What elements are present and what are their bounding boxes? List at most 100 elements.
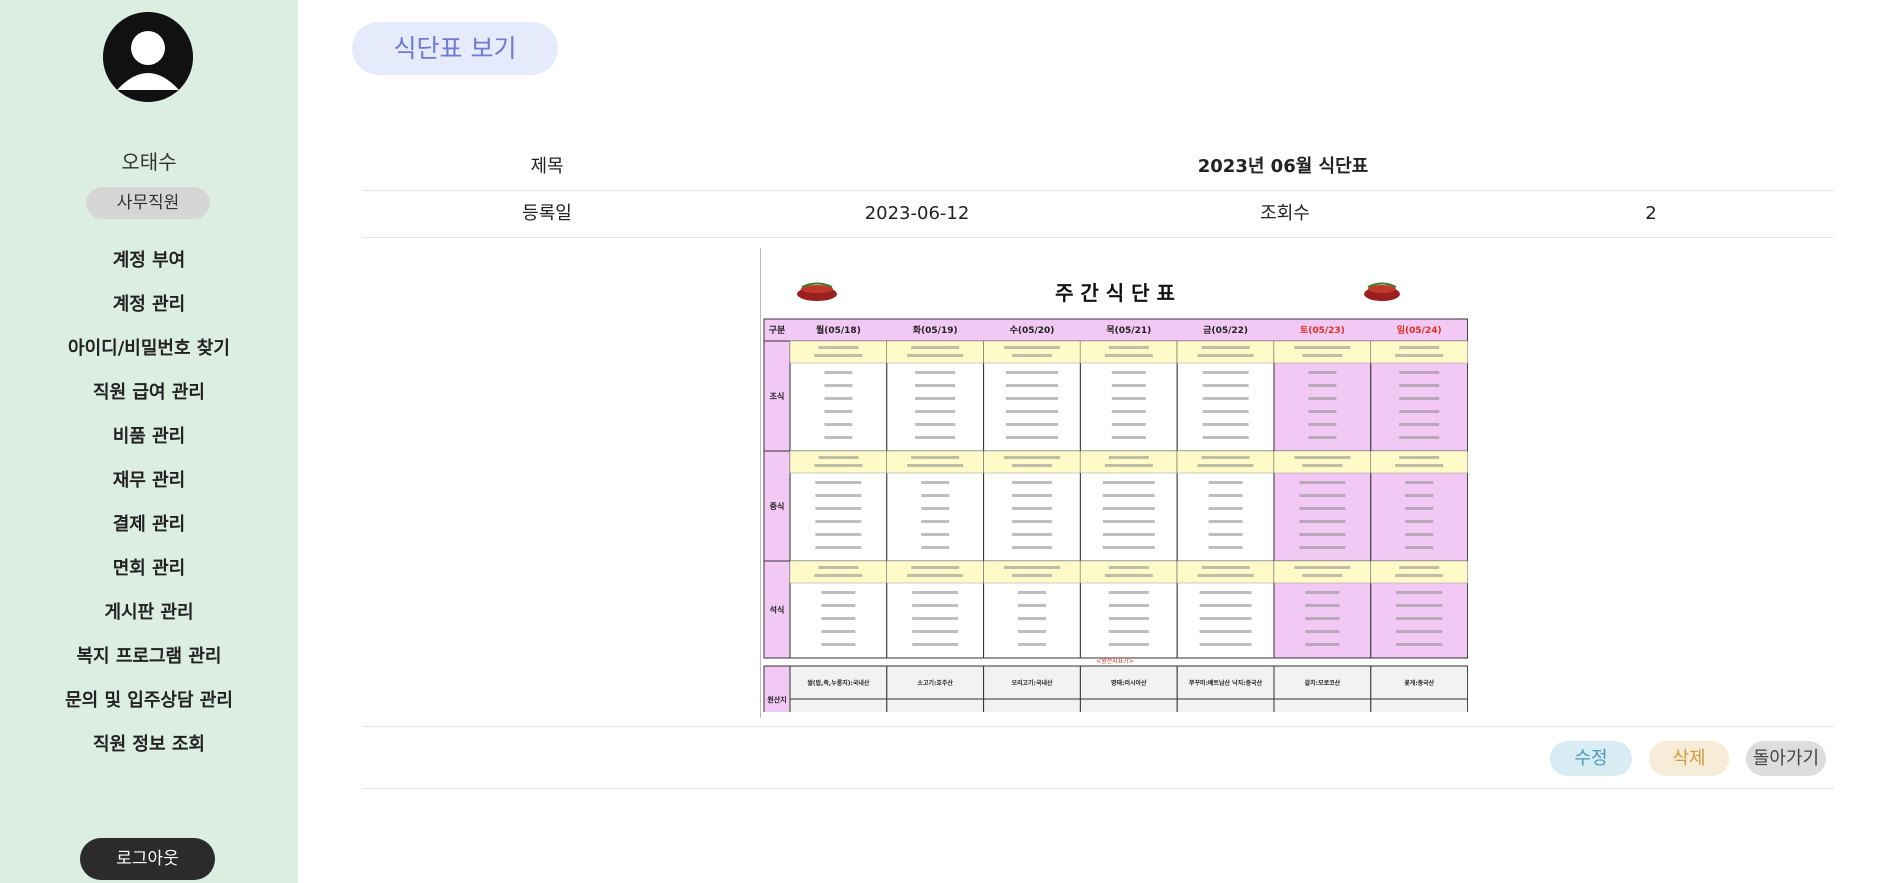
menu-origin-cell [1370, 698, 1468, 712]
content-divider [760, 248, 761, 718]
menu-dish-line [1396, 617, 1443, 620]
menu-dish-line [1202, 436, 1249, 439]
menu-dish-line [1006, 436, 1058, 439]
menu-dish-line [815, 494, 862, 497]
menu-dish-line [915, 423, 956, 426]
menu-dish-line [1405, 533, 1434, 536]
user-name: 오태수 [121, 150, 177, 174]
menu-dish-line [1396, 630, 1443, 633]
menu-dish-line [1202, 423, 1249, 426]
menu-dish-line [1018, 591, 1046, 594]
menu-day-label: 토(05/23) [1300, 325, 1345, 336]
menu-dish-line [912, 591, 959, 594]
menu-rice-line [1004, 456, 1060, 459]
menu-dish-line [1199, 617, 1252, 620]
menu-dish-line [1405, 546, 1434, 549]
edit-button[interactable]: 수정 [1550, 741, 1632, 776]
menu-dish-line [915, 371, 956, 374]
menu-dish-line [915, 436, 956, 439]
sidebar-item-welfare[interactable]: 복지 프로그램 관리 [0, 640, 298, 684]
menu-dish-line [1202, 397, 1249, 400]
menu-rice-line [1294, 346, 1351, 349]
menu-rice-band [1273, 560, 1372, 584]
sidebar-item-payment[interactable]: 결제 관리 [0, 508, 298, 552]
menu-dish-line [1108, 630, 1149, 633]
menu-meal-label: 조식 [770, 391, 785, 401]
menu-day-label: 금(05/22) [1203, 325, 1248, 336]
menu-dish-line [1208, 494, 1243, 497]
menu-dish-line [1111, 410, 1146, 413]
weekly-menu-image: 주 간 식 단 표 구분 월(05/18) 화(05/19) 수(05/20) 목(05… [762, 266, 1468, 712]
menu-dish-line [1012, 546, 1052, 549]
menu-rice-band [1080, 340, 1178, 364]
menu-dish-line [1305, 617, 1340, 620]
bottom-divider [362, 788, 1834, 789]
menu-dish-line [1399, 410, 1440, 413]
sidebar-item-finance[interactable]: 재무 관리 [0, 464, 298, 508]
menu-dish-line [1012, 481, 1052, 484]
sidebar-item-supplies[interactable]: 비품 관리 [0, 420, 298, 464]
menu-day-label: 화(05/19) [913, 324, 958, 336]
menu-dish-line [824, 423, 853, 426]
back-button[interactable]: 돌아가기 [1746, 741, 1826, 776]
sidebar-item-inquiry[interactable]: 문의 및 입주상담 관리 [0, 684, 298, 728]
menu-rice-band [983, 340, 1081, 364]
menu-dish-line [915, 410, 956, 413]
menu-rice-line [1395, 574, 1444, 577]
menu-rice-band [983, 560, 1081, 584]
sidebar-item-board[interactable]: 게시판 관리 [0, 596, 298, 640]
menu-dish-line [1405, 481, 1434, 484]
menu-dish-line [1396, 643, 1443, 646]
menu-rice-band [1370, 560, 1468, 584]
menu-rice-band [789, 560, 888, 584]
user-avatar-icon [103, 12, 193, 102]
logout-button[interactable]: 로그아웃 [80, 838, 215, 880]
date-label: 등록일 [522, 203, 572, 224]
delete-button[interactable]: 삭제 [1649, 741, 1729, 776]
menu-dish-line [1405, 494, 1434, 497]
sidebar-item-account-manage[interactable]: 계정 관리 [0, 288, 298, 332]
menu-rice-band [1370, 340, 1468, 364]
menu-rice-line [1399, 456, 1440, 459]
menu-rice-line [1104, 574, 1153, 577]
menu-dish-line [921, 481, 950, 484]
menu-dish-line [1199, 604, 1252, 607]
sidebar-item-staff-info[interactable]: 직원 정보 조회 [0, 728, 298, 772]
menu-dish-line [1299, 507, 1346, 510]
menu-dish-line [821, 630, 856, 633]
menu-rice-line [1201, 456, 1250, 459]
menu-dish-line [1202, 410, 1249, 413]
menu-rice-band [1273, 340, 1372, 364]
menu-rice-line [907, 574, 964, 577]
menu-rice-band [1080, 560, 1178, 584]
menu-dish-line [1396, 604, 1443, 607]
menu-rice-line [1104, 354, 1153, 357]
menu-origin-cell [1079, 698, 1178, 712]
menu-dish-line [1305, 630, 1340, 633]
menu-rice-band [1273, 450, 1372, 474]
menu-dish-line [1199, 643, 1252, 646]
menu-rice-band [1176, 340, 1275, 364]
menu-dish-line [821, 604, 856, 607]
sidebar-item-salary[interactable]: 직원 급여 관리 [0, 376, 298, 420]
role-badge: 사무직원 [86, 187, 210, 219]
sidebar-item-account-grant[interactable]: 계정 부여 [0, 244, 298, 288]
sidebar-item-find-id-password[interactable]: 아이디/비밀번호 찾기 [0, 332, 298, 376]
menu-dish-line [1006, 397, 1058, 400]
menu-dish-line [1102, 494, 1155, 497]
menu-rice-line [1197, 574, 1254, 577]
menu-dish-line [1308, 384, 1337, 387]
menu-dish-line [815, 481, 862, 484]
sidebar-item-visit[interactable]: 면회 관리 [0, 552, 298, 596]
menu-rice-line [911, 566, 960, 569]
menu-rice-band [789, 340, 888, 364]
menu-rice-line [814, 354, 863, 357]
menu-dish-line [824, 384, 853, 387]
page-title: 식단표 보기 [352, 22, 558, 75]
menu-dish-line [1006, 384, 1058, 387]
post-title: 2023년 06월 식단표 [1197, 156, 1369, 177]
menu-dish-line [1202, 384, 1249, 387]
menu-dish-line [824, 436, 853, 439]
menu-rice-line [1108, 456, 1149, 459]
menu-dish-line [1006, 371, 1058, 374]
